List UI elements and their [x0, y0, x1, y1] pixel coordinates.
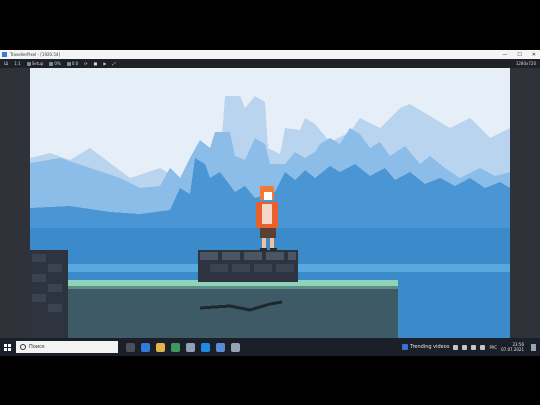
resolution-label: 1280x720 — [515, 61, 536, 66]
game-scene — [30, 68, 510, 338]
start-button[interactable] — [0, 338, 14, 356]
edge-icon[interactable] — [141, 342, 150, 352]
camera-icon — [66, 61, 71, 66]
pillar-brick — [48, 264, 62, 272]
editor-toolbar: Ш 1:1 Setup 0% 0:0 ⟳ ■ ▶ ⤢ 1280x720 — [0, 59, 540, 68]
news-widget[interactable]: Trending videos — [402, 344, 449, 350]
minimize-button[interactable]: — — [502, 52, 507, 58]
maximize-button[interactable]: ☐ — [517, 52, 521, 58]
app-icon[interactable] — [231, 342, 240, 352]
toolbar-item-refresh[interactable]: ⟳ — [84, 61, 87, 66]
tray-icon[interactable] — [462, 344, 468, 350]
notification-icon[interactable] — [531, 343, 536, 351]
volume-icon[interactable] — [480, 344, 486, 350]
character-shoe — [260, 248, 267, 251]
toolbar-item-fullscreen[interactable]: ⤢ — [112, 61, 115, 66]
pillar-brick — [32, 294, 46, 302]
game-window: TravellerPixel - [1920.54] — ☐ ✕ Ш 1:1 S… — [0, 50, 540, 356]
explorer-icon[interactable] — [156, 342, 165, 352]
ground — [68, 282, 398, 338]
toolbar-item-setup[interactable]: Setup — [26, 61, 43, 66]
character-shirt — [262, 204, 272, 224]
language-indicator[interactable]: РУС — [489, 345, 497, 350]
pillar-brick — [32, 274, 46, 282]
pillar-brick — [48, 284, 62, 292]
platform-brick — [200, 252, 218, 260]
platform-brick — [222, 252, 240, 260]
stats-icon — [49, 61, 54, 66]
platform-brick — [266, 252, 284, 260]
network-icon[interactable] — [471, 344, 477, 350]
platform-brick — [244, 252, 262, 260]
title-bar: TravellerPixel - [1920.54] — ☐ ✕ — [0, 50, 540, 59]
character-shorts — [260, 228, 276, 238]
close-button[interactable]: ✕ — [532, 52, 536, 58]
toolbar-item-play[interactable]: ▶ — [103, 61, 106, 66]
toolbar-item-scale[interactable]: 1:1 — [14, 61, 20, 66]
app-icon[interactable] — [186, 342, 195, 352]
game-viewport[interactable] — [30, 68, 510, 338]
pillar-brick — [48, 304, 62, 312]
toolbar-item-grid[interactable]: Ш — [4, 61, 8, 66]
wrench-icon — [26, 61, 31, 66]
toolbar-item-stop[interactable]: ■ — [94, 61, 98, 66]
toolbar-item-percent[interactable]: 0% — [49, 61, 61, 66]
character-face — [264, 192, 272, 200]
windows-logo-icon — [3, 343, 11, 351]
character-shoe — [270, 248, 277, 251]
toolbar-item-coords[interactable]: 0:0 — [66, 61, 78, 66]
platform-brick — [288, 252, 296, 260]
character-leg — [270, 238, 274, 248]
clock[interactable]: 23:56 07.07.2021 — [501, 342, 524, 352]
left-letterbox — [0, 68, 30, 338]
news-icon — [402, 344, 409, 350]
window-title: TravellerPixel - [1920.54] — [10, 52, 61, 57]
app-icon[interactable] — [216, 342, 225, 352]
app-icon — [2, 52, 7, 57]
platform-brick — [254, 264, 272, 272]
search-placeholder: Поиск — [29, 344, 45, 350]
taskbar-search[interactable]: Поиск — [16, 341, 118, 353]
windows-taskbar: Поиск Trending videos РУС 23:56 07.07.20… — [0, 338, 540, 356]
grass-shadow — [68, 286, 398, 289]
search-icon — [20, 344, 26, 350]
platform-brick — [276, 264, 294, 272]
platform-brick — [210, 264, 228, 272]
window-controls: — ☐ ✕ — [502, 52, 536, 58]
pinned-apps — [126, 342, 240, 352]
app-icon[interactable] — [201, 342, 210, 352]
system-tray: Trending videos РУС 23:56 07.07.2021 — [402, 342, 536, 352]
pillar-brick — [32, 254, 46, 262]
task-view-icon[interactable] — [126, 342, 135, 352]
tray-icon[interactable] — [453, 344, 459, 350]
app-icon[interactable] — [171, 342, 180, 352]
clock-date: 07.07.2021 — [501, 347, 524, 352]
character-leg — [262, 238, 266, 248]
right-letterbox — [510, 68, 540, 338]
platform-brick — [232, 264, 250, 272]
